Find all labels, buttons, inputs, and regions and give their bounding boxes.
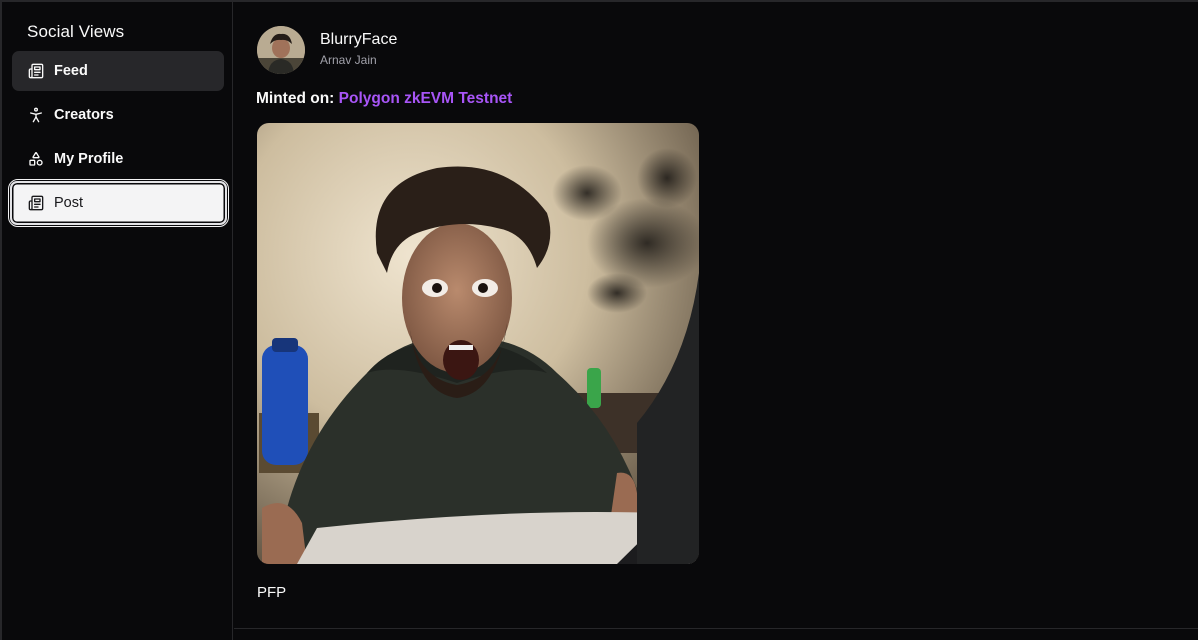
author-name[interactable]: BlurryFace [320, 31, 397, 49]
minted-label: Minted on: [256, 90, 335, 107]
sidebar-item-label: My Profile [54, 151, 124, 167]
chain-name: Polygon zkEVM Testnet [338, 90, 513, 107]
sidebar-item-label: Feed [54, 63, 88, 79]
newspaper-icon [28, 63, 44, 79]
post-detail: BlurryFace Arnav Jain Minted on: Polygon… [234, 2, 1198, 640]
app-title: Social Views [27, 22, 125, 41]
sidebar-item-feed[interactable]: Feed [12, 51, 224, 91]
sidebar: Social Views Feed Creators My Profile Po… [2, 2, 233, 640]
post-image [257, 123, 699, 564]
sidebar-item-post[interactable]: Post [8, 179, 229, 227]
sidebar-item-label: Post [54, 195, 84, 211]
app-root: Social Views Feed Creators My Profile Po… [0, 0, 1198, 640]
newspaper-icon [28, 195, 44, 211]
person-icon [28, 107, 44, 123]
avatar[interactable] [257, 26, 305, 74]
shapes-icon [28, 151, 44, 167]
minted-on-line: Minted on: Polygon zkEVM Testnet [256, 90, 512, 108]
sidebar-item-label: Creators [54, 107, 114, 123]
sidebar-item-my-profile[interactable]: My Profile [12, 139, 224, 179]
divider [234, 628, 1198, 629]
sidebar-item-creators[interactable]: Creators [12, 95, 224, 135]
author-handle: Arnav Jain [320, 53, 377, 67]
post-caption: PFP [257, 584, 287, 601]
